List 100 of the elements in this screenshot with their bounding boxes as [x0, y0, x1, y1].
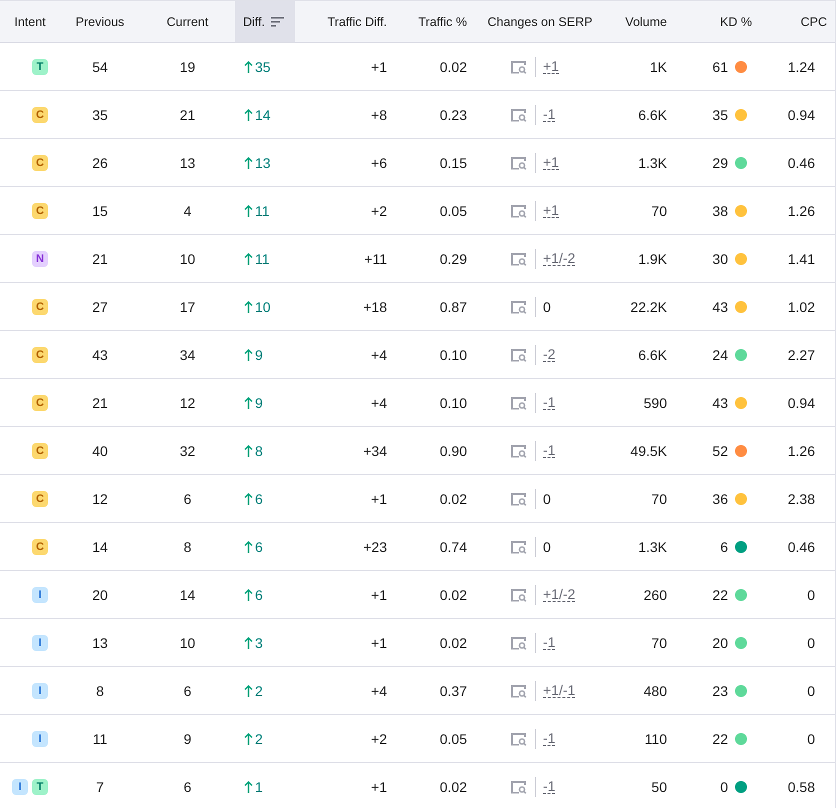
intent-badge: C — [32, 106, 48, 122]
intent-badge: I — [32, 586, 48, 602]
table-cell-text: 0.74 — [438, 538, 468, 556]
serp-change[interactable]: +1/-1 — [543, 683, 576, 698]
table-cell-text: 590 — [642, 394, 668, 412]
serp-change[interactable]: -1 — [543, 107, 556, 122]
serp-change: 0 — [543, 538, 551, 554]
table-cell-text: 13 — [178, 154, 196, 172]
serp-change[interactable]: +1/-2 — [543, 587, 576, 602]
diff-value: 6 — [255, 538, 263, 554]
arrow-up-icon — [244, 684, 253, 696]
serp-preview-icon[interactable] — [510, 396, 527, 410]
serp-preview-icon[interactable] — [510, 204, 527, 218]
kd-value: 24 — [712, 346, 728, 362]
table-cell-text: 15 — [91, 202, 109, 220]
serp-change[interactable]: -1 — [543, 443, 556, 458]
serp-change[interactable]: +1/-2 — [543, 251, 576, 266]
arrow-up-icon — [244, 588, 253, 600]
column-header[interactable]: Traffic Diff. — [295, 1, 395, 42]
serp-preview-icon[interactable] — [510, 60, 527, 74]
kd-value: 35 — [712, 106, 728, 122]
intent-badge: T — [32, 58, 48, 74]
serp-preview-icon[interactable] — [510, 108, 527, 122]
table-cell-text: 0.29 — [438, 250, 468, 268]
serp-change[interactable]: -1 — [543, 779, 556, 794]
intent-badge: N — [32, 250, 48, 266]
serp-change[interactable]: -2 — [543, 347, 556, 362]
table-cell-text: 20 — [91, 586, 109, 604]
table-cell-text: +34 — [362, 442, 388, 460]
serp-preview-icon[interactable] — [510, 684, 527, 698]
diff-value: 14 — [255, 106, 271, 122]
table-cell-text: 0.02 — [438, 634, 468, 652]
table-cell-text: 1.3K — [637, 538, 668, 556]
table-cell-text: 6 — [182, 490, 192, 508]
serp-change: 0 — [543, 298, 551, 314]
serp-preview-icon[interactable] — [510, 540, 527, 554]
serp-change[interactable]: +1 — [543, 203, 559, 218]
serp-preview-icon[interactable] — [510, 444, 527, 458]
table-cell-text: 10 — [178, 634, 196, 652]
intent-badge: I — [32, 634, 48, 650]
serp-change[interactable]: -1 — [543, 395, 556, 410]
serp-preview-icon[interactable] — [510, 492, 527, 506]
diff-value: 2 — [255, 730, 263, 746]
kd-value: 30 — [712, 250, 728, 266]
serp-preview-icon[interactable] — [510, 300, 527, 314]
intent-badge: I — [32, 730, 48, 746]
table-cell-text: 1.9K — [637, 250, 668, 268]
column-header[interactable]: Changes on SERP — [475, 1, 605, 42]
column-header[interactable]: Current — [140, 1, 235, 42]
intent-badge: I — [32, 682, 48, 698]
table-cell-text: 14 — [178, 586, 196, 604]
arrow-up-icon — [244, 780, 253, 792]
serp-preview-icon[interactable] — [510, 780, 527, 794]
column-header[interactable]: Diff. — [235, 1, 295, 42]
table-cell-text: 260 — [642, 586, 668, 604]
table-cell-text: 0.90 — [438, 442, 468, 460]
intent-badge: C — [32, 154, 48, 170]
serp-change[interactable]: -1 — [543, 731, 556, 746]
diff-value: 11 — [255, 202, 270, 218]
serp-change[interactable]: +1 — [543, 155, 559, 170]
intent-badge: C — [32, 298, 48, 314]
kd-value: 22 — [712, 586, 728, 602]
table-cell-text: 4 — [182, 202, 192, 220]
diff-value: 1 — [255, 778, 263, 794]
serp-change[interactable]: +1 — [543, 59, 559, 74]
serp-preview-icon[interactable] — [510, 156, 527, 170]
table-cell-text: +8 — [370, 106, 388, 124]
diff-value: 6 — [255, 586, 263, 602]
column-header[interactable]: Volume — [605, 1, 675, 42]
column-header[interactable]: KD % — [675, 1, 760, 42]
serp-preview-icon[interactable] — [510, 348, 527, 362]
arrow-up-icon — [244, 300, 253, 312]
table-cell-text: +4 — [370, 346, 388, 364]
table-cell-text: 43 — [91, 346, 109, 364]
column-header[interactable]: CPC — [760, 1, 835, 42]
table-cell-text: 8 — [95, 682, 105, 700]
serp-preview-icon[interactable] — [510, 732, 527, 746]
table-cell-text: 10 — [178, 250, 196, 268]
table-cell-text: 35 — [91, 106, 109, 124]
serp-preview-icon[interactable] — [510, 636, 527, 650]
kd-value: 38 — [712, 202, 728, 218]
column-header[interactable]: Intent — [0, 1, 60, 42]
serp-change[interactable]: -1 — [543, 635, 556, 650]
diff-value: 35 — [255, 58, 271, 74]
table-cell-text: 11 — [92, 730, 108, 748]
table-cell-text: 70 — [650, 634, 668, 652]
intent-badge: I — [12, 778, 28, 794]
table-cell-text: +1 — [370, 58, 388, 76]
table-cell-text: 70 — [650, 202, 668, 220]
table-cell-text: +4 — [370, 682, 388, 700]
table-cell-text: 0.37 — [438, 682, 468, 700]
intent-badge: C — [32, 490, 48, 506]
column-header[interactable]: Traffic % — [395, 1, 475, 42]
serp-preview-icon[interactable] — [510, 252, 527, 266]
diff-value: 13 — [255, 154, 271, 170]
table-cell-text: +2 — [370, 202, 388, 220]
table-cell-text: 1.26 — [786, 202, 816, 220]
column-header[interactable]: Previous — [60, 1, 140, 42]
table-cell-text: 0.02 — [438, 778, 468, 796]
serp-preview-icon[interactable] — [510, 588, 527, 602]
